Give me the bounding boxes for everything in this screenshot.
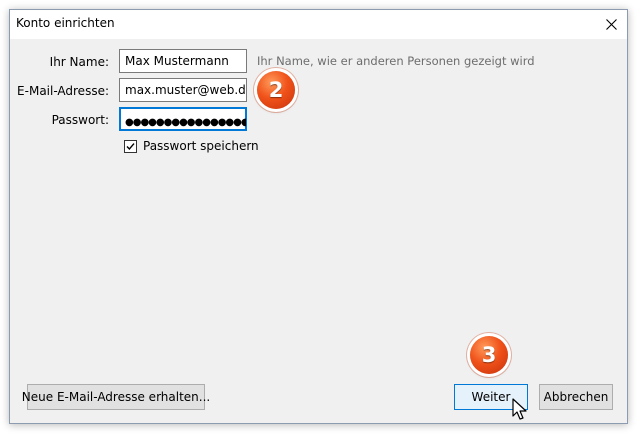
password-label: Passwort: [51,113,109,127]
name-hint: Ihr Name, wie er anderen Personen gezeig… [257,54,535,68]
step-2-callout: 2 [257,71,295,109]
dialog-title: Konto einrichten [16,16,115,30]
title-bar: Konto einrichten [10,10,627,39]
remember-password-label[interactable]: Passwort speichern [143,139,259,153]
remember-password-checkbox[interactable] [124,140,137,153]
password-input[interactable]: ●●●●●●●●●●●●●●●● [119,107,247,131]
email-input[interactable]: max.muster@web.de [119,78,247,102]
name-input[interactable]: Max Mustermann [119,49,247,73]
email-label: E-Mail-Adresse: [17,84,109,98]
new-email-address-button[interactable]: Neue E-Mail-Adresse erhalten... [22,384,210,410]
close-icon [605,19,617,30]
account-setup-dialog: Konto einrichten Ihr Name: Max Musterman… [9,9,628,424]
mouse-cursor-icon [512,398,527,420]
password-mask: ●●●●●●●●●●●●●●●● [125,117,247,128]
cancel-button[interactable]: Abbrechen [539,384,613,410]
step-3-callout: 3 [470,336,508,374]
close-button[interactable] [595,10,627,39]
name-label: Ihr Name: [49,55,109,69]
checkmark-icon [126,143,135,151]
